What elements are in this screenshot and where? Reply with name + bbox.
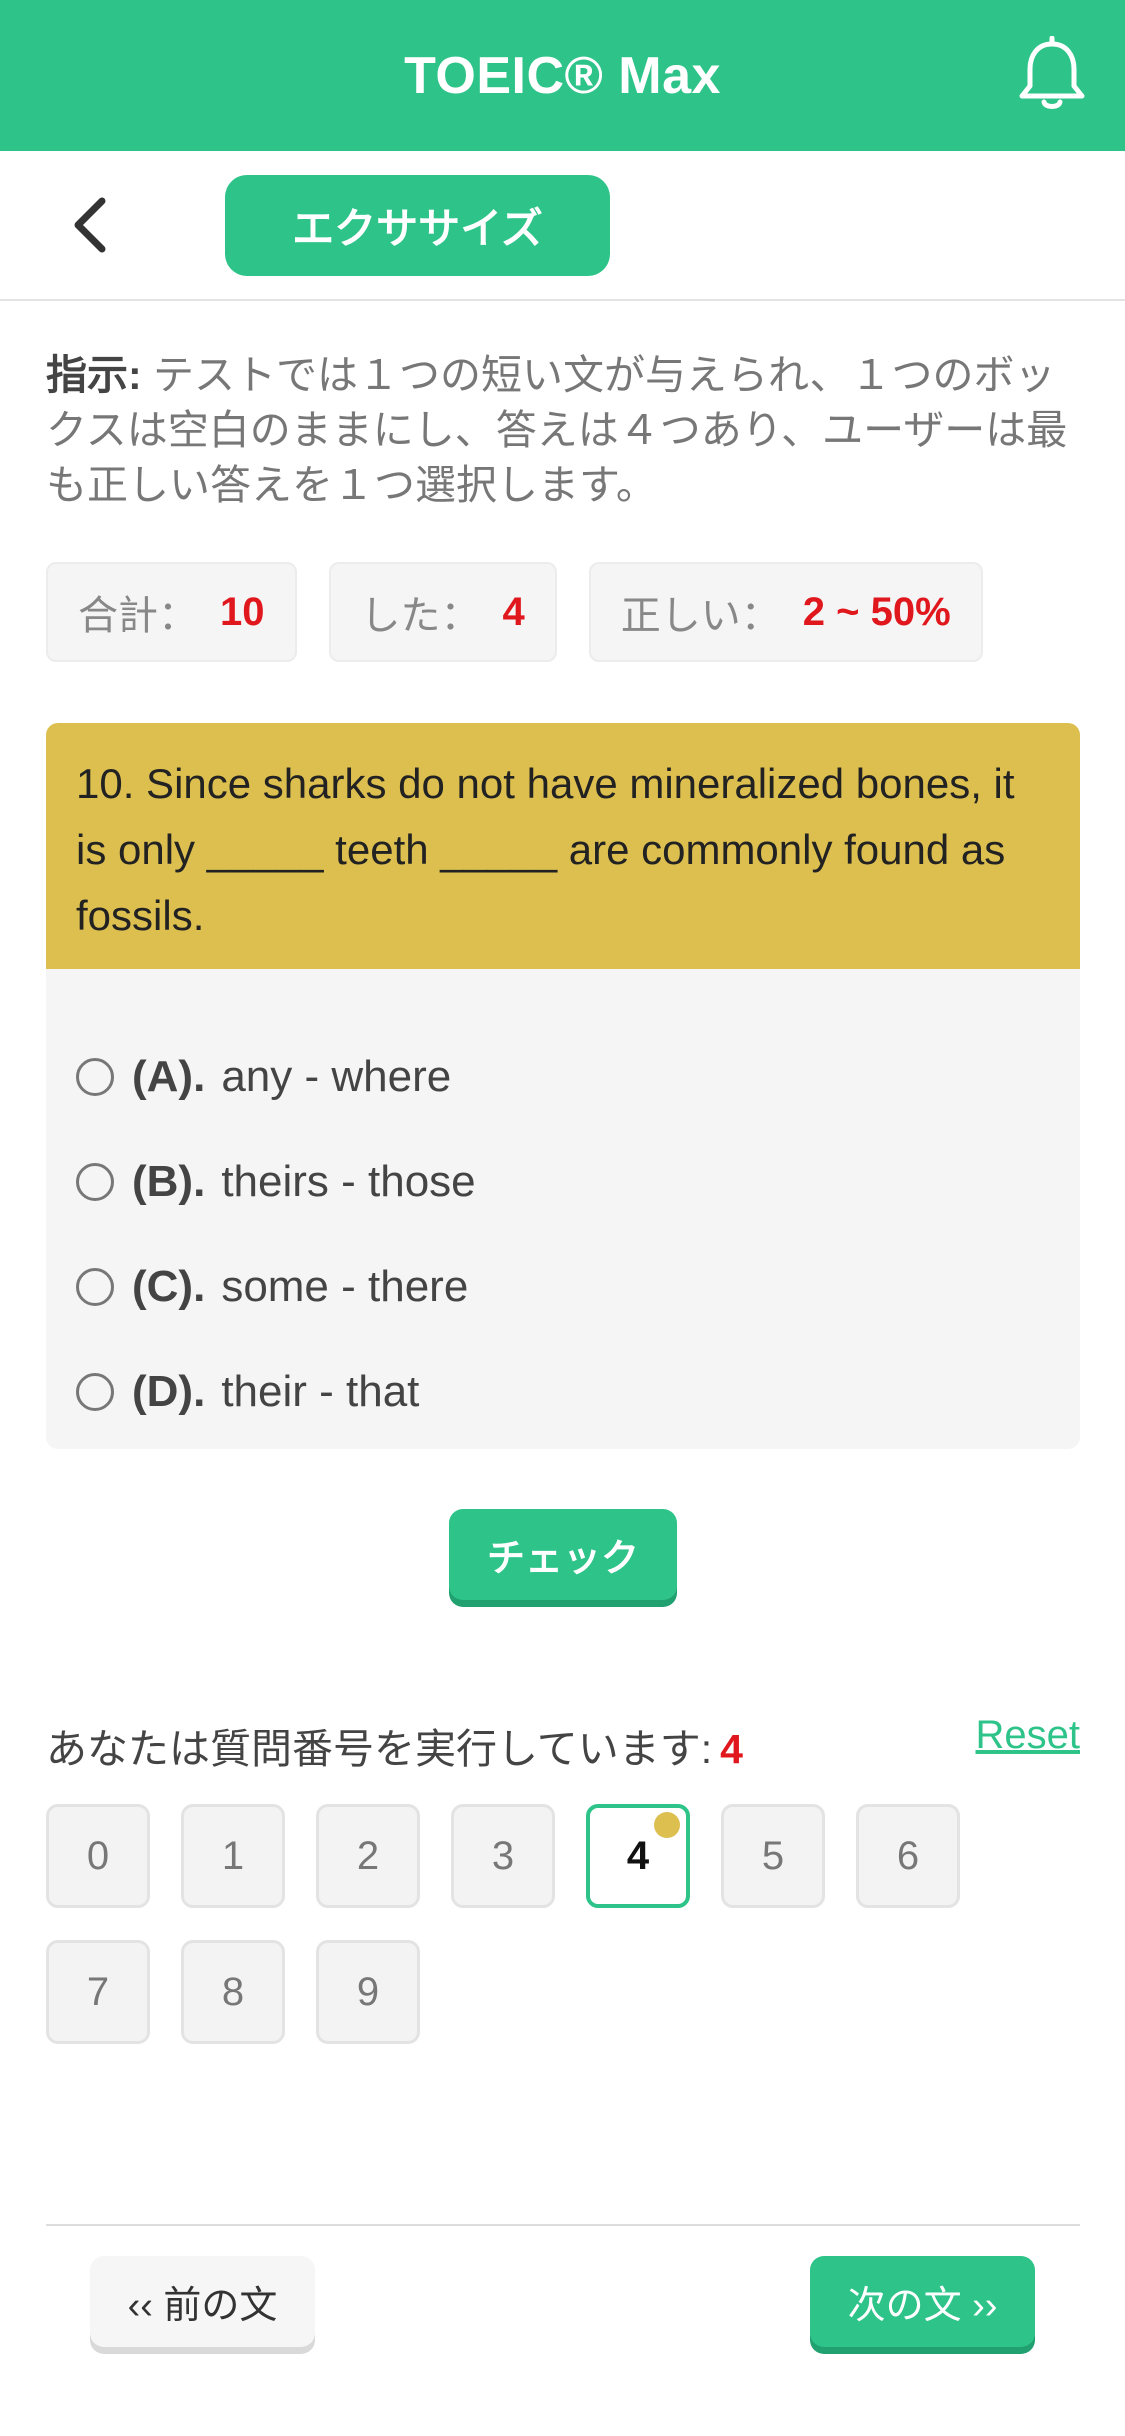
chevron-left-icon <box>74 197 106 253</box>
check-button[interactable]: チェック <box>449 1509 677 1600</box>
question-number: 2 <box>356 1833 380 1878</box>
question-number-button[interactable]: 1 <box>181 1804 285 1908</box>
option-c[interactable]: (C). some - there <box>46 1234 1080 1339</box>
radio-button[interactable] <box>76 1162 114 1201</box>
answered-dot <box>654 1812 680 1838</box>
question-number-button[interactable]: 6 <box>856 1804 960 1908</box>
progress-current: 4 <box>720 1726 743 1772</box>
option-key: (D). <box>132 1366 206 1416</box>
bell-icon[interactable] <box>1017 35 1087 112</box>
tab-exercise[interactable]: エクササイズ <box>225 175 610 276</box>
app-title: TOEIC® Max <box>404 46 721 105</box>
option-d[interactable]: (D). their - that <box>46 1339 1080 1444</box>
instruction-body: テストでは１つの短い文が与えられ、１つのボックスは空白のままにし、答えは４つあり… <box>46 352 1068 508</box>
question-number: 0 <box>86 1833 110 1878</box>
question-number-button[interactable]: 0 <box>46 1804 150 1908</box>
option-text: their - that <box>221 1366 420 1416</box>
radio-button[interactable] <box>76 1372 114 1411</box>
option-b[interactable]: (B). theirs - those <box>46 1129 1080 1234</box>
question-number: 1 <box>221 1833 245 1878</box>
stat-correct-label: 正しい： <box>620 594 781 638</box>
instruction-label: 指示: <box>46 352 142 398</box>
back-button[interactable] <box>58 193 122 257</box>
app-header: TOEIC® Max <box>0 0 1125 151</box>
stat-correct: 正しい： 2 ~ 50% <box>588 562 983 662</box>
question-number-button[interactable]: 2 <box>316 1804 420 1908</box>
option-key: (C). <box>132 1261 206 1311</box>
sub-navigation: エクササイズ <box>0 151 1125 301</box>
previous-button[interactable]: ‹‹ 前の文 <box>90 2256 315 2347</box>
question-number-button[interactable]: 8 <box>181 1940 285 2044</box>
question-number: 3 <box>491 1833 515 1878</box>
question-text: 10. Since sharks do not have mineralized… <box>46 723 1080 983</box>
option-key: (A). <box>132 1051 206 1101</box>
question-number: 4 <box>626 1833 650 1878</box>
reset-link[interactable]: Reset <box>976 1713 1081 1758</box>
question-number-grid: 0 1 2 3 4 5 6 7 8 9 <box>46 1804 1086 2044</box>
radio-button[interactable] <box>76 1057 114 1096</box>
progress-label: あなたは質問番号を実行しています: 4 <box>46 1715 743 1775</box>
option-text: any - where <box>221 1051 452 1101</box>
stats-bar: 合計： 10 した： 4 正しい： 2 ~ 50% <box>46 562 983 662</box>
question-number: 7 <box>86 1969 110 2014</box>
stat-done: した： 4 <box>328 562 557 662</box>
question-number-button[interactable]: 9 <box>316 1940 420 2044</box>
radio-button[interactable] <box>76 1267 114 1306</box>
question-number-button[interactable]: 7 <box>46 1940 150 2044</box>
question-number-button[interactable]: 5 <box>721 1804 825 1908</box>
option-text: some - there <box>221 1261 469 1311</box>
stat-correct-value: 2 ~ 50% <box>802 589 951 634</box>
question-number: 6 <box>896 1833 920 1878</box>
question-number: 9 <box>356 1969 380 2014</box>
option-a[interactable]: (A). any - where <box>46 1024 1080 1129</box>
stat-done-label: した： <box>360 594 481 638</box>
footer-divider <box>46 2224 1080 2226</box>
instruction-text: 指示: テストでは１つの短い文が与えられ、１つのボックスは空白のままにし、答えは… <box>46 348 1076 513</box>
question-number-button[interactable]: 3 <box>451 1804 555 1908</box>
progress-label-text: あなたは質問番号を実行しています: <box>46 1726 713 1772</box>
stat-total-value: 10 <box>220 589 265 634</box>
stat-done-value: 4 <box>502 589 525 634</box>
stat-total-label: 合計： <box>78 594 198 638</box>
stat-total: 合計： 10 <box>46 562 297 662</box>
question-number: 8 <box>221 1969 245 2014</box>
answer-options: (A). any - where (B). theirs - those (C)… <box>46 969 1080 1449</box>
option-text: theirs - those <box>221 1156 476 1206</box>
question-number-button-active[interactable]: 4 <box>586 1804 690 1908</box>
next-button[interactable]: 次の文 ›› <box>810 2256 1035 2347</box>
question-number: 5 <box>761 1833 785 1878</box>
option-key: (B). <box>132 1156 206 1206</box>
